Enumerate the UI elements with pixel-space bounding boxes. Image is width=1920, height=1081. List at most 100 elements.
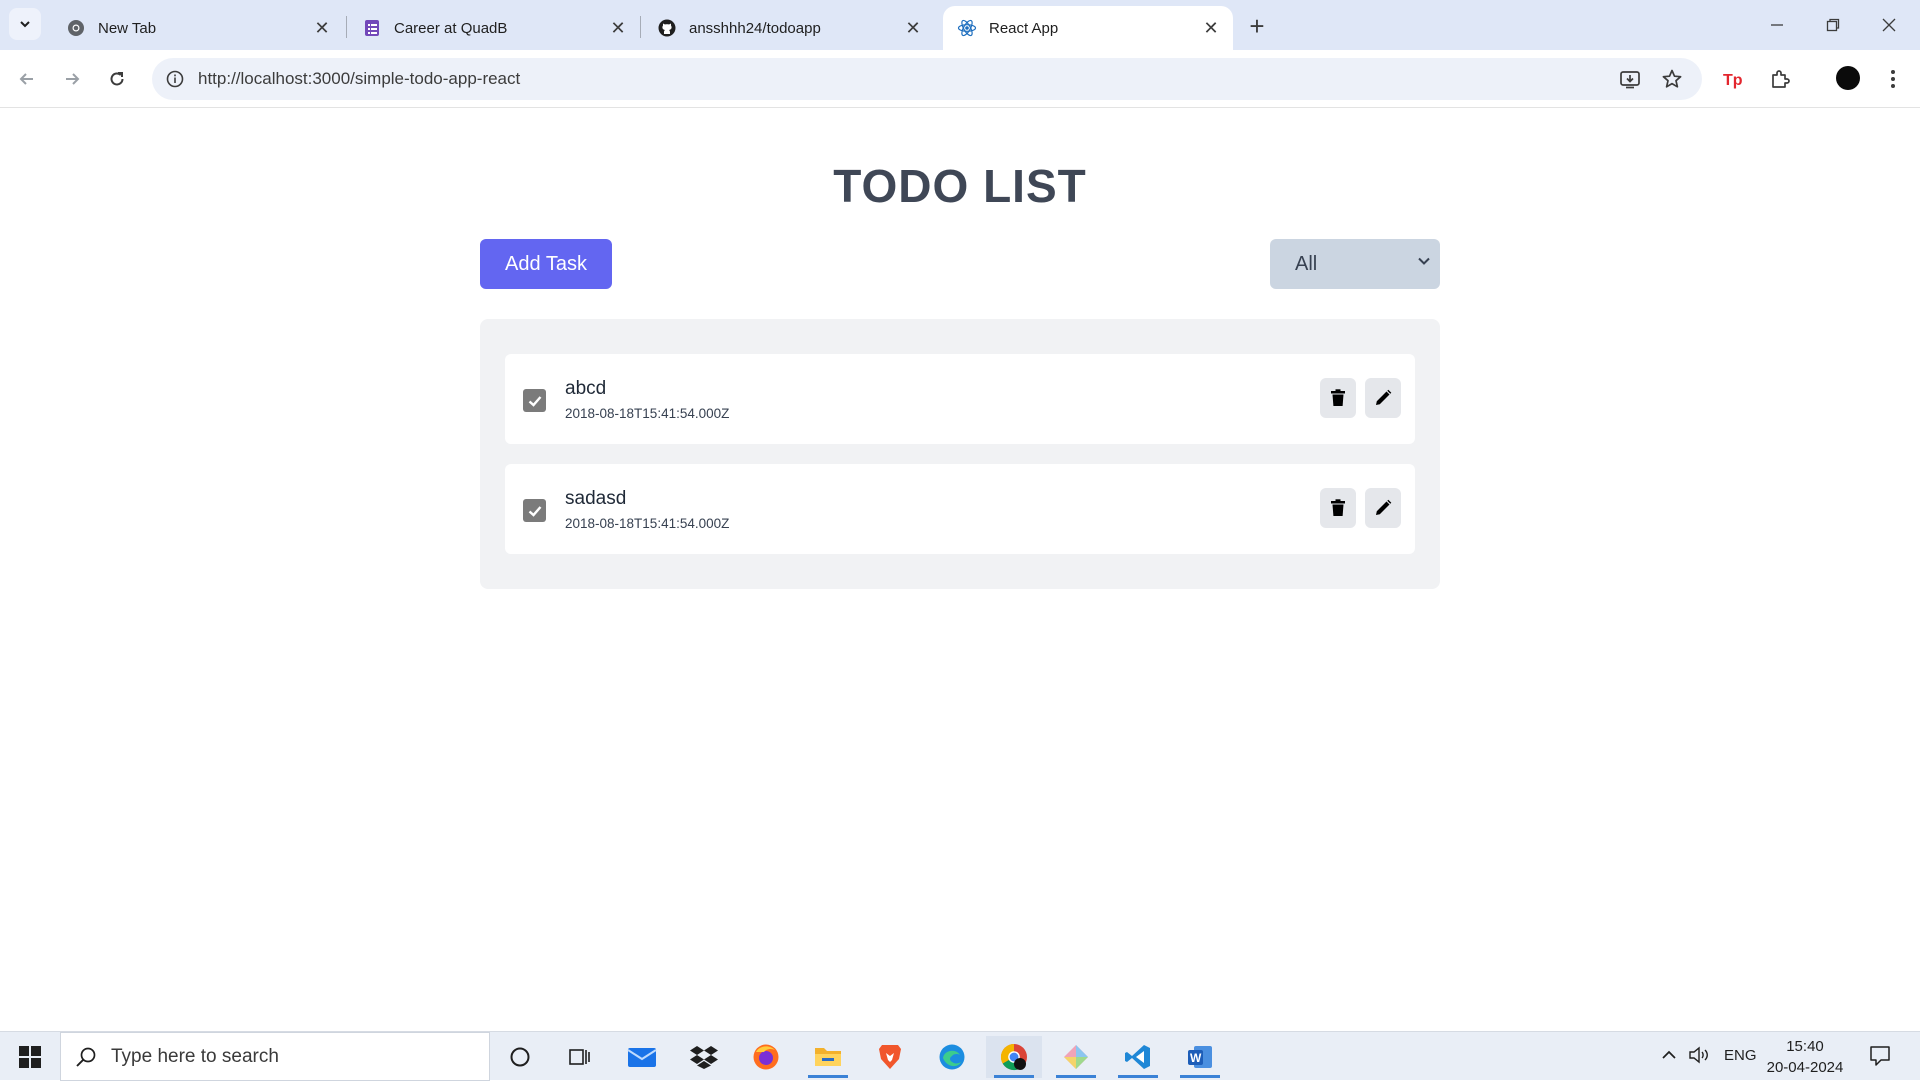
vscode-icon <box>1125 1045 1150 1069</box>
chrome-app[interactable] <box>986 1036 1042 1078</box>
trash-icon <box>1331 389 1345 406</box>
dropbox-icon <box>690 1046 718 1069</box>
task-view-icon <box>569 1049 590 1065</box>
firefox-icon <box>753 1044 779 1070</box>
git-diamond-icon <box>1064 1045 1088 1069</box>
close-icon[interactable]: ✕ <box>312 18 332 38</box>
cortana-button[interactable] <box>492 1036 548 1078</box>
browser-tab-strip: New Tab ✕ Career at QuadB ✕ ansshhh24/to… <box>0 0 1920 50</box>
edit-task-button[interactable] <box>1365 488 1401 528</box>
edit-task-button[interactable] <box>1365 378 1401 418</box>
new-tab-button[interactable]: + <box>1243 13 1271 41</box>
url-text: http://localhost:3000/simple-todo-app-re… <box>198 69 521 88</box>
react-icon <box>957 18 977 38</box>
edge-icon <box>939 1044 965 1070</box>
tab-career-at-quadb[interactable]: Career at QuadB ✕ <box>348 6 640 50</box>
speaker-icon <box>1689 1046 1708 1064</box>
dropbox-app[interactable] <box>676 1036 732 1078</box>
folder-icon <box>815 1048 841 1066</box>
site-info-icon[interactable] <box>164 68 186 90</box>
extension-tp-button[interactable]: Tp <box>1721 66 1747 92</box>
github-icon <box>657 18 677 38</box>
mail-app[interactable] <box>614 1036 670 1078</box>
cortana-circle-icon <box>510 1047 530 1067</box>
close-icon <box>1882 18 1896 32</box>
git-gui-app[interactable] <box>1048 1036 1104 1078</box>
delete-task-button[interactable] <box>1320 378 1356 418</box>
todo-title: abcd <box>565 378 607 399</box>
todo-list: abcd 2018-08-18T15:41:54.000Z sadasd 201… <box>480 319 1440 589</box>
close-icon[interactable]: ✕ <box>903 18 923 38</box>
window-close-button[interactable] <box>1866 10 1912 40</box>
reload-icon <box>110 72 124 86</box>
brave-lion-icon <box>879 1045 901 1069</box>
pencil-icon <box>1376 499 1392 515</box>
chevron-down-icon <box>1418 257 1430 265</box>
extensions-button[interactable] <box>1767 66 1793 92</box>
taskbar-clock[interactable]: 15:40 20-04-2024 <box>1760 1036 1850 1078</box>
browser-menu-button[interactable] <box>1880 66 1906 92</box>
more-vertical-icon <box>1891 70 1895 88</box>
windows-logo-icon <box>19 1046 41 1068</box>
profile-avatar[interactable] <box>1834 64 1862 92</box>
word-icon: W <box>1188 1046 1212 1068</box>
tab-title: ansshhh24/todoapp <box>689 19 821 37</box>
delete-task-button[interactable] <box>1320 488 1356 528</box>
tab-github-todoapp[interactable]: ansshhh24/todoapp ✕ <box>643 6 935 50</box>
todo-checkbox[interactable] <box>523 389 546 412</box>
edge-app[interactable] <box>924 1036 980 1078</box>
show-hidden-icons-button[interactable] <box>1660 1046 1678 1064</box>
restore-button[interactable] <box>1810 10 1856 40</box>
close-icon[interactable]: ✕ <box>1201 18 1221 38</box>
language-indicator[interactable]: ENG <box>1724 1047 1757 1064</box>
vscode-app[interactable] <box>1110 1036 1166 1078</box>
todo-title: sadasd <box>565 488 627 509</box>
volume-button[interactable] <box>1688 1046 1710 1064</box>
arrow-left-icon <box>19 73 33 85</box>
close-icon[interactable]: ✕ <box>608 18 628 38</box>
minimize-icon <box>1771 24 1783 26</box>
mail-icon <box>627 1048 657 1067</box>
status-filter-select[interactable]: All <box>1270 239 1440 289</box>
todo-timestamp: 2018-08-18T15:41:54.000Z <box>565 406 730 421</box>
filter-selected-value: All <box>1295 252 1318 275</box>
star-icon <box>1662 69 1682 88</box>
word-app[interactable]: W <box>1172 1036 1228 1078</box>
forward-button[interactable] <box>57 64 87 94</box>
file-explorer-app[interactable] <box>800 1036 856 1078</box>
page-title: TODO LIST <box>833 160 1087 212</box>
tab-title: Career at QuadB <box>394 19 508 37</box>
tab-divider <box>640 16 641 38</box>
chrome-icon <box>66 18 86 38</box>
puzzle-icon <box>1772 70 1790 88</box>
svg-text:Tp: Tp <box>1723 72 1743 89</box>
svg-text:W: W <box>1190 1051 1202 1065</box>
brave-app[interactable] <box>862 1036 918 1078</box>
avatar-icon <box>1836 66 1860 90</box>
address-bar[interactable]: http://localhost:3000/simple-todo-app-re… <box>152 58 1702 100</box>
clock-time: 15:40 <box>1786 1038 1824 1055</box>
tab-search-button[interactable] <box>9 8 41 40</box>
start-button[interactable] <box>10 1042 50 1072</box>
pencil-icon <box>1376 389 1392 405</box>
tab-new-tab[interactable]: New Tab ✕ <box>52 6 344 50</box>
checkmark-icon <box>528 505 541 517</box>
task-view-button[interactable] <box>552 1036 608 1078</box>
back-button[interactable] <box>12 64 42 94</box>
tab-title: New Tab <box>98 19 157 37</box>
action-center-button[interactable] <box>1868 1044 1892 1068</box>
checkmark-icon <box>528 395 541 407</box>
minimize-button[interactable] <box>1754 10 1800 40</box>
taskbar-search-box[interactable]: Type here to search <box>60 1032 490 1081</box>
tp-extension-icon: Tp <box>1723 72 1743 89</box>
browser-toolbar: http://localhost:3000/simple-todo-app-re… <box>0 50 1920 108</box>
bookmark-button[interactable] <box>1659 66 1685 92</box>
reload-button[interactable] <box>102 64 132 94</box>
install-app-button[interactable] <box>1617 66 1643 92</box>
install-icon <box>1620 71 1640 89</box>
firefox-app[interactable] <box>738 1036 794 1078</box>
tab-react-app[interactable]: React App ✕ <box>943 6 1233 50</box>
search-icon <box>76 1047 96 1067</box>
add-task-button[interactable]: Add Task <box>480 239 612 289</box>
todo-checkbox[interactable] <box>523 499 546 522</box>
